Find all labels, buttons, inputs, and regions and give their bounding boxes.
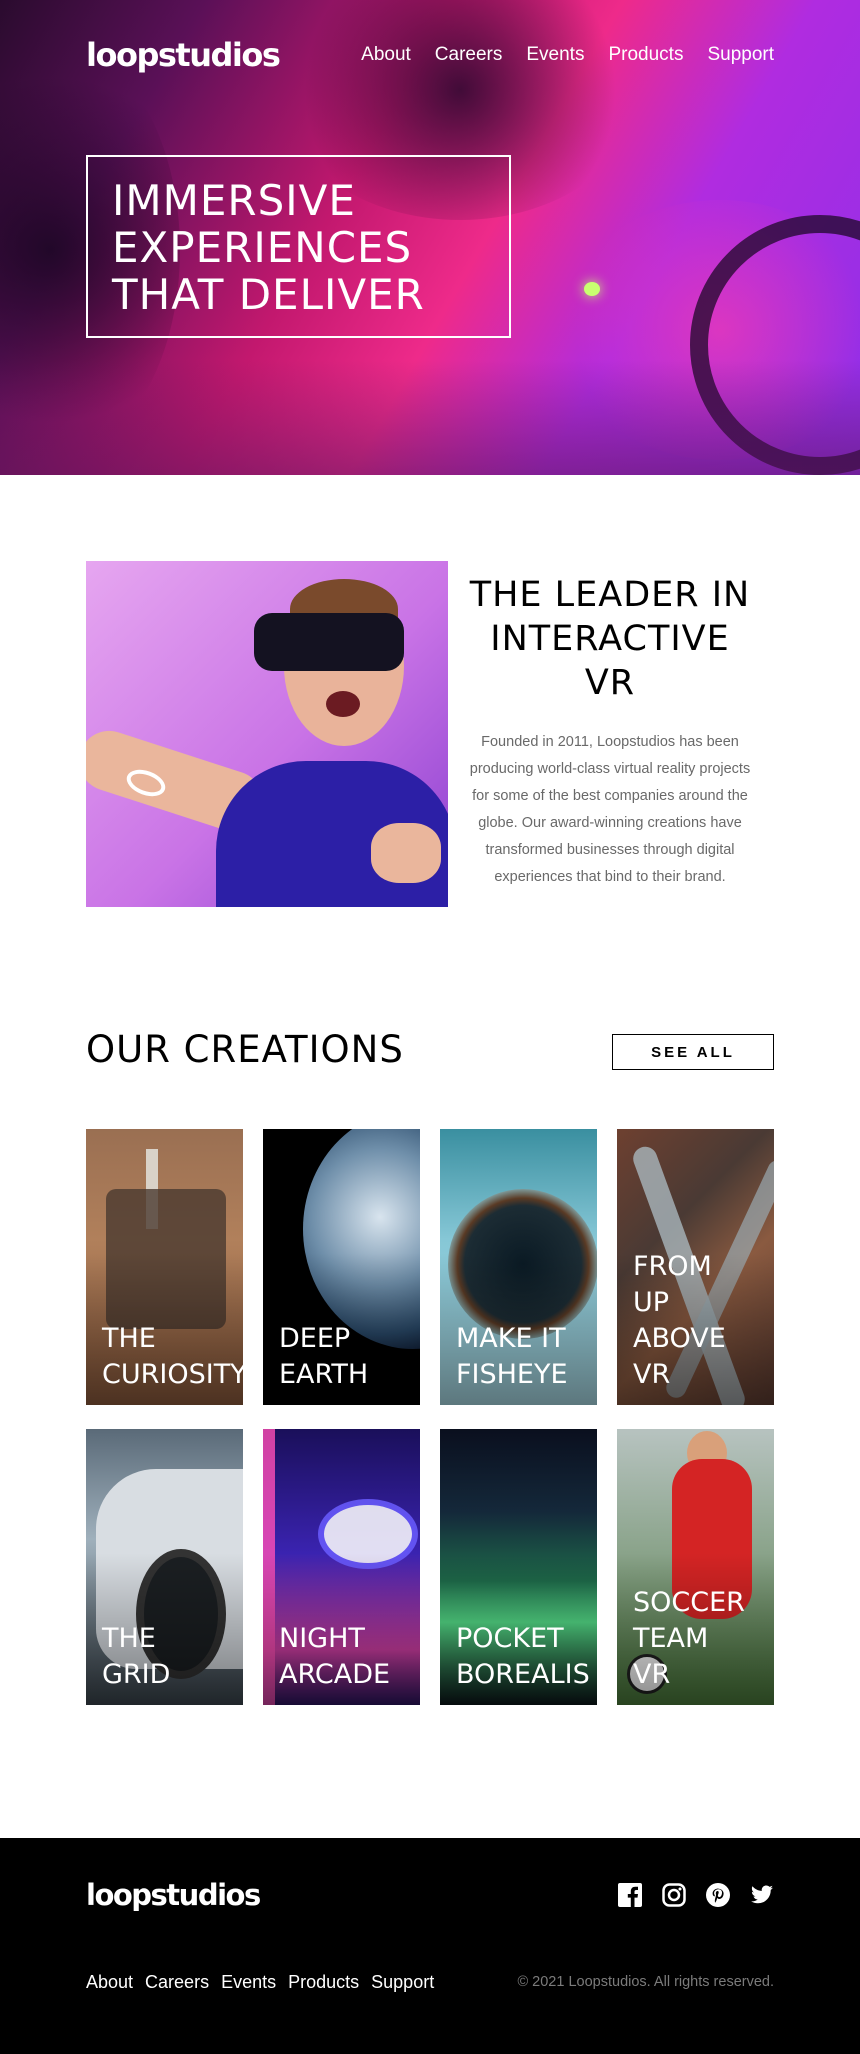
nav-products[interactable]: Products [608, 44, 683, 66]
facebook-icon[interactable] [618, 1883, 642, 1907]
creation-card-pocket-borealis[interactable]: POCKET BOREALIS [440, 1429, 597, 1705]
creation-card-the-grid[interactable]: THE GRID [86, 1429, 243, 1705]
card-title: THE GRID [102, 1623, 171, 1690]
card-title: FROM UP ABOVE VR [633, 1251, 726, 1390]
creation-card-make-it-fisheye[interactable]: MAKE IT FISHEYE [440, 1129, 597, 1405]
card-title: MAKE IT FISHEYE [456, 1323, 568, 1390]
card-title: NIGHT ARCADE [279, 1623, 391, 1690]
creations-title: OUR CREATIONS [86, 1028, 404, 1071]
card-title: SOCCER TEAM VR [633, 1587, 745, 1690]
leader-body: Founded in 2011, Loopstudios has been pr… [469, 734, 751, 885]
pinterest-icon[interactable] [706, 1883, 730, 1907]
nav-about[interactable]: About [361, 44, 411, 66]
footer-nav-support[interactable]: Support [371, 1972, 434, 1993]
hero-headline-box: IMMERSIVE EXPERIENCES THAT DELIVER [86, 155, 511, 338]
creation-card-night-arcade[interactable]: NIGHT ARCADE [263, 1429, 420, 1705]
image-vr-headset [254, 613, 404, 671]
footer-nav: About Careers Events Products Support [86, 1972, 434, 1993]
card-title: POCKET BOREALIS [456, 1623, 590, 1690]
copyright-text: © 2021 Loopstudios. All rights reserved. [517, 1974, 774, 1990]
vr-man-image [86, 561, 448, 907]
image-mouth [326, 691, 360, 717]
creation-card-the-curiosity[interactable]: THE CURIOSITY [86, 1129, 243, 1405]
creation-card-from-up-above-vr[interactable]: FROM UP ABOVE VR [617, 1129, 774, 1405]
creation-card-soccer-team-vr[interactable]: SOCCER TEAM VR [617, 1429, 774, 1705]
image-hand [371, 823, 441, 883]
footer-nav-about[interactable]: About [86, 1972, 133, 1993]
leader-title: THE LEADER IN INTERACTIVE VR [469, 575, 751, 703]
leader-text-block: THE LEADER IN INTERACTIVE VR Founded in … [465, 573, 755, 891]
hero-section: loopstudios About Careers Events Product… [0, 0, 860, 475]
twitter-icon[interactable] [750, 1883, 774, 1907]
nav-careers[interactable]: Careers [435, 44, 503, 66]
see-all-button[interactable]: SEE ALL [612, 1034, 774, 1070]
footer-nav-careers[interactable]: Careers [145, 1972, 209, 1993]
hero-headline: IMMERSIVE EXPERIENCES THAT DELIVER [112, 176, 425, 319]
footer-nav-products[interactable]: Products [288, 1972, 359, 1993]
footer: loopstudios About Careers Events Product… [0, 1838, 860, 2054]
social-links [618, 1883, 774, 1907]
nav-events[interactable]: Events [526, 44, 584, 66]
hero-bg-dash [0, 360, 860, 475]
footer-nav-events[interactable]: Events [221, 1972, 276, 1993]
header-logo[interactable]: loopstudios [86, 36, 281, 74]
card-title: THE CURIOSITY [102, 1323, 243, 1390]
main-nav: About Careers Events Products Support [361, 44, 774, 66]
hero-bg-light [584, 282, 600, 296]
card-title: DEEP EARTH [279, 1323, 369, 1390]
nav-support[interactable]: Support [707, 44, 774, 66]
instagram-icon[interactable] [662, 1883, 686, 1907]
creation-card-deep-earth[interactable]: DEEP EARTH [263, 1129, 420, 1405]
footer-logo[interactable]: loopstudios [86, 1878, 261, 1912]
